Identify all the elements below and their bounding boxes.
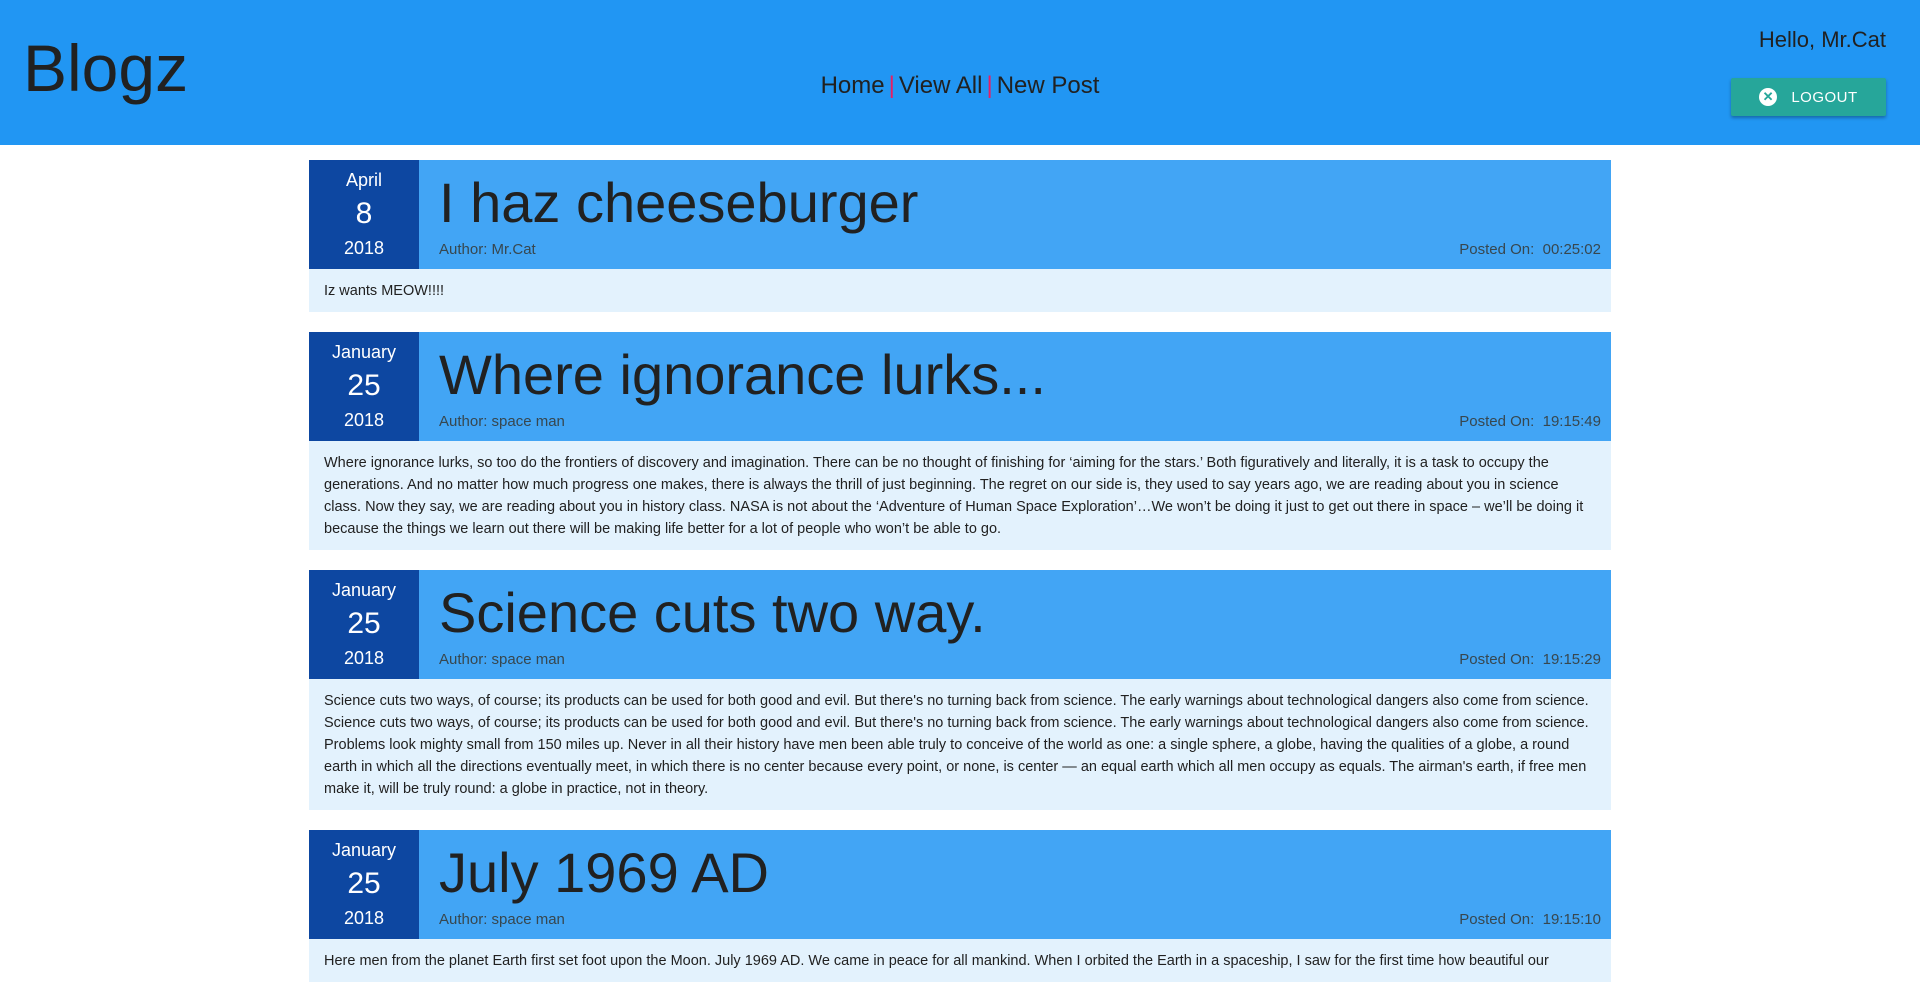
post-body: Here men from the planet Earth first set…: [309, 939, 1611, 982]
logout-button[interactable]: ✕ LOGOUT: [1731, 78, 1886, 116]
post-header-main: Where ignorance lurks... Author: space m…: [419, 332, 1611, 441]
post-timestamp: Posted On: 19:15:49: [1459, 413, 1601, 430]
top-bar: Blogz Home | View All | New Post Hello, Mr.C…: [0, 0, 1920, 145]
post-month: January: [331, 580, 397, 600]
post-month: January: [331, 840, 397, 860]
post-date-box: January 25 2018: [309, 570, 419, 679]
post-header-main: Science cuts two way. Author: space man …: [419, 570, 1611, 679]
post-day: 8: [355, 197, 373, 230]
post-year: 2018: [343, 908, 385, 928]
nav-view-all-link[interactable]: View All: [899, 72, 983, 99]
post-year: 2018: [343, 410, 385, 430]
post-day: 25: [347, 607, 381, 640]
post-body: Iz wants MEOW!!!!: [309, 269, 1611, 312]
post-header: January 25 2018 Where ignorance lurks...…: [309, 332, 1611, 441]
close-circle-icon: ✕: [1759, 88, 1778, 106]
post-body: Science cuts two ways, of course; its pr…: [309, 679, 1611, 810]
post-date-box: April 8 2018: [309, 160, 419, 269]
post-author: Author: Mr.Cat: [439, 241, 536, 258]
nav-separator: |: [888, 72, 895, 99]
post-year: 2018: [343, 648, 385, 668]
post-author: Author: space man: [439, 413, 565, 430]
post-card: April 8 2018 I haz cheeseburger Author: …: [309, 160, 1611, 312]
post-title[interactable]: July 1969 AD: [439, 840, 769, 906]
post-month: January: [331, 342, 397, 362]
post-title[interactable]: Science cuts two way.: [439, 580, 986, 646]
post-timestamp: Posted On: 19:15:29: [1459, 651, 1601, 668]
post-card: January 25 2018 Where ignorance lurks...…: [309, 332, 1611, 550]
post-card: January 25 2018 Science cuts two way. Au…: [309, 570, 1611, 810]
nav-new-post-link[interactable]: New Post: [997, 72, 1100, 99]
post-timestamp: Posted On: 00:25:02: [1459, 241, 1601, 258]
nav-separator: |: [986, 72, 993, 99]
post-author: Author: space man: [439, 651, 565, 668]
logout-label: LOGOUT: [1791, 88, 1858, 106]
post-card: January 25 2018 July 1969 AD Author: spa…: [309, 830, 1611, 982]
post-header: January 25 2018 Science cuts two way. Au…: [309, 570, 1611, 679]
user-greeting: Hello, Mr.Cat: [1758, 27, 1886, 52]
post-month: April: [345, 170, 382, 190]
post-body: Where ignorance lurks, so too do the fro…: [309, 441, 1611, 550]
post-timestamp: Posted On: 19:15:10: [1459, 911, 1601, 928]
post-title[interactable]: Where ignorance lurks...: [439, 342, 1046, 408]
post-header: January 25 2018 July 1969 AD Author: spa…: [309, 830, 1611, 939]
post-day: 25: [347, 369, 381, 402]
post-author: Author: space man: [439, 911, 565, 928]
post-year: 2018: [343, 238, 385, 258]
post-day: 25: [347, 867, 381, 900]
post-title[interactable]: I haz cheeseburger: [439, 170, 918, 236]
post-header-main: July 1969 AD Author: space man Posted On…: [419, 830, 1611, 939]
post-date-box: January 25 2018: [309, 332, 419, 441]
main-nav: Home | View All | New Post: [0, 70, 1920, 102]
post-date-box: January 25 2018: [309, 830, 419, 939]
post-header-main: I haz cheeseburger Author: Mr.Cat Posted…: [419, 160, 1611, 269]
nav-home-link[interactable]: Home: [821, 72, 885, 99]
post-list: April 8 2018 I haz cheeseburger Author: …: [309, 160, 1611, 1002]
post-header: April 8 2018 I haz cheeseburger Author: …: [309, 160, 1611, 269]
